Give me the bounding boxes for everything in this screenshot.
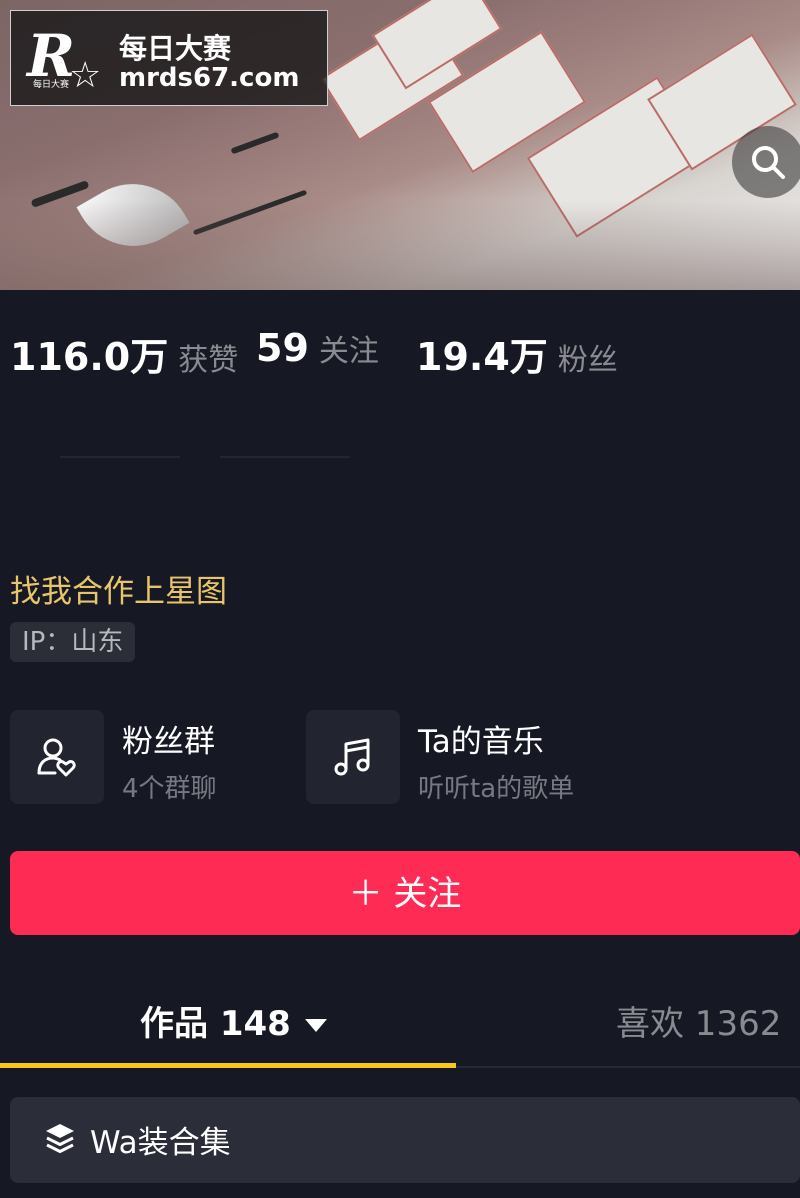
follow-button[interactable]: ＋ 关注 <box>10 851 800 935</box>
search-icon <box>752 146 785 179</box>
user-heart-icon <box>37 738 76 777</box>
fan-group-entry[interactable]: 粉丝群 4个群聊 <box>10 710 290 804</box>
ip-location-tag: IP：山东 <box>10 622 136 662</box>
tab-likes[interactable]: 喜欢 1362 <box>616 996 781 1046</box>
fan-group-subtitle: 4个群聊 <box>122 774 217 804</box>
stat-likes[interactable]: 116.0万 获赞 <box>10 326 238 381</box>
watermark-title: 每日大赛 <box>119 32 232 65</box>
stat-likes-label: 获赞 <box>178 343 239 378</box>
bio-placeholder-line <box>60 456 180 458</box>
stat-followers[interactable]: 19.4万 粉丝 <box>416 326 618 381</box>
fan-group-title: 粉丝群 <box>122 724 215 760</box>
search-button[interactable] <box>732 126 800 198</box>
star-icon: ☆ <box>69 55 102 96</box>
stat-following[interactable]: 59 关注 <box>256 326 379 370</box>
stat-following-label: 关注 <box>318 334 379 369</box>
active-tab-indicator <box>0 1063 456 1068</box>
collection-entry[interactable]: Wa装合集 <box>10 1097 800 1183</box>
fan-group-icon-box <box>10 710 104 804</box>
bio-placeholder-line <box>220 456 350 458</box>
music-subtitle: 听听ta的歌单 <box>418 774 575 804</box>
cooperation-link[interactable]: 找我合作上星图 <box>10 566 227 611</box>
music-entry[interactable]: Ta的音乐 听听ta的歌单 <box>306 710 626 804</box>
watermark: R ☆ 每日大赛 每日大赛 mrds67.com <box>10 10 328 106</box>
stat-following-value: 59 <box>256 326 309 370</box>
watermark-url: mrds67.com <box>119 63 300 93</box>
tab-works-label: 作品 148 <box>140 1004 291 1044</box>
stat-likes-value: 116.0万 <box>10 335 169 379</box>
music-note-icon <box>334 738 370 776</box>
stat-followers-label: 粉丝 <box>557 343 618 378</box>
music-icon-box <box>306 710 400 804</box>
stat-followers-value: 19.4万 <box>416 335 548 379</box>
music-title: Ta的音乐 <box>418 724 544 760</box>
collection-label: Wa装合集 <box>90 1125 231 1161</box>
tab-divider <box>456 1066 800 1068</box>
tab-works[interactable]: 作品 148 <box>140 996 327 1046</box>
watermark-logo-small: 每日大赛 <box>33 80 70 90</box>
layers-icon <box>46 1124 74 1153</box>
caret-down-icon[interactable] <box>304 1019 327 1032</box>
